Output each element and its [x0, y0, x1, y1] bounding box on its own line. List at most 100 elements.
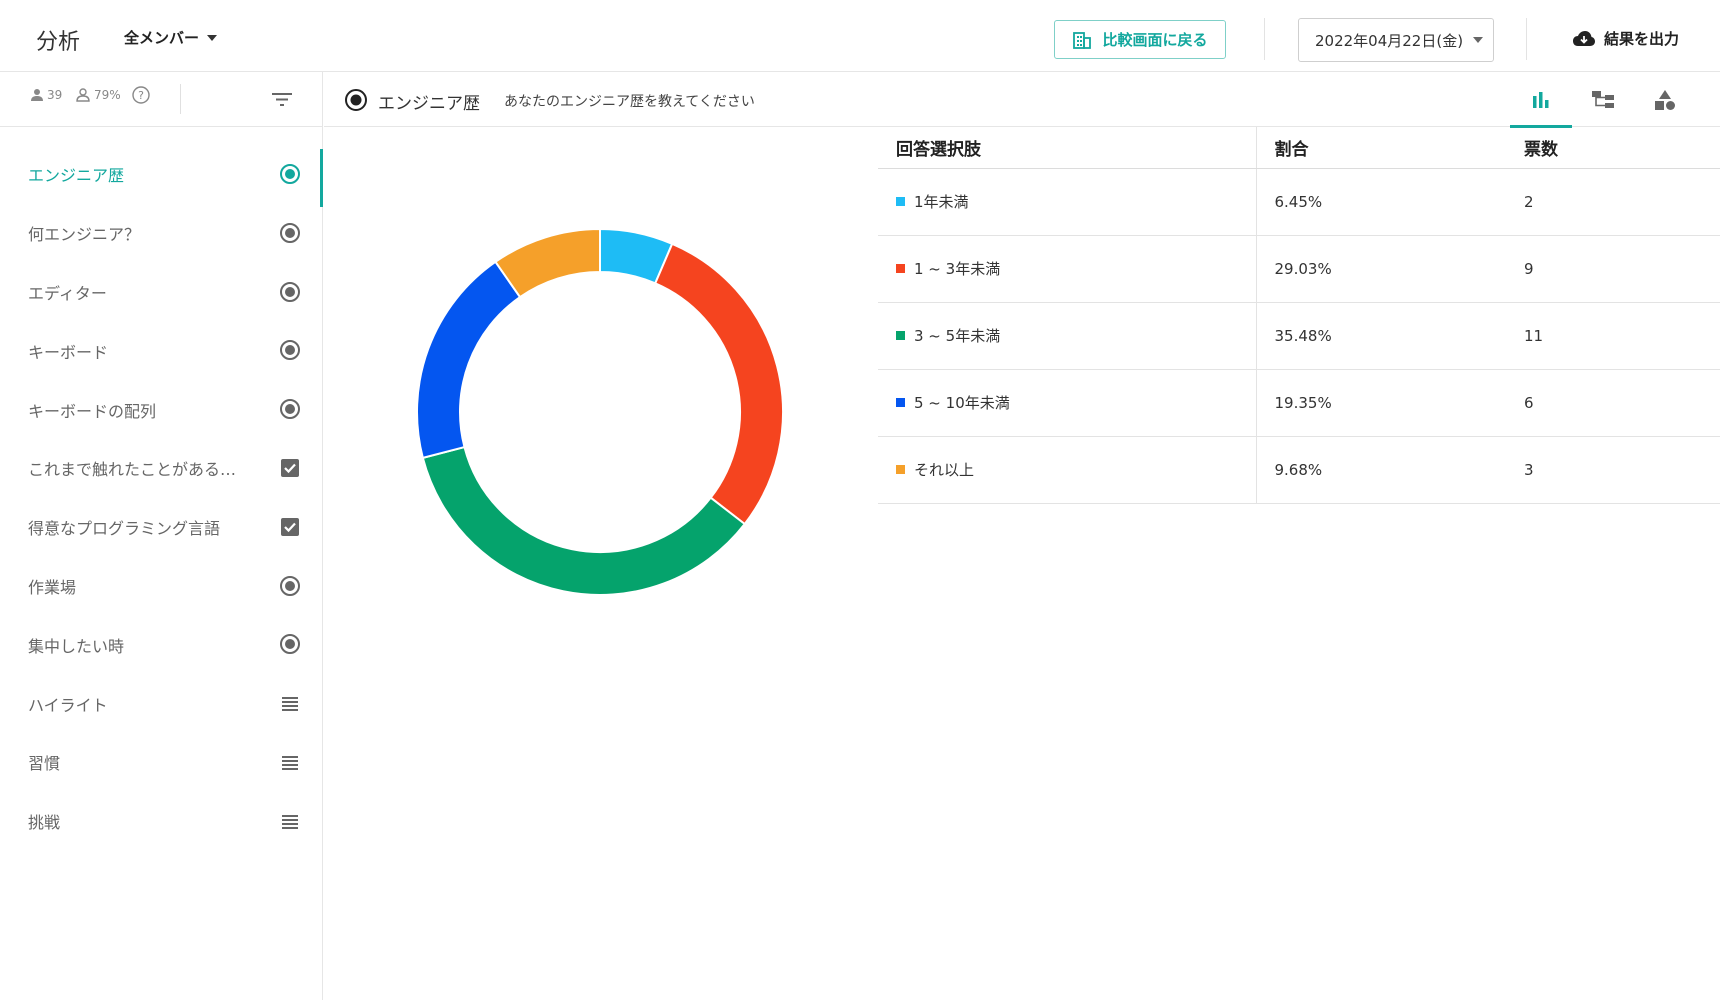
cloud-download-icon [1573, 30, 1595, 46]
option-cell: 1年未満 [878, 168, 1257, 236]
page-title: 分析 [36, 30, 81, 55]
export-results-label: 結果を出力 [1604, 30, 1680, 48]
question-header: エンジニア歴 あなたのエンジニア歴を教えてください [324, 72, 1720, 128]
option-cell: それ以上 [878, 436, 1257, 504]
sidebar-item-label: 挑戦 [28, 813, 61, 833]
help-icon[interactable]: ? [132, 86, 150, 104]
donut-slice[interactable] [421, 445, 747, 596]
table-row: 1 ~ 3年未満 29.03% 9 [878, 235, 1720, 303]
tab-shapes-view[interactable] [1634, 72, 1696, 127]
donut-chart-svg [416, 227, 784, 596]
donut-slice[interactable] [653, 242, 784, 526]
back-to-compare-label: 比較画面に戻る [1102, 31, 1208, 49]
sidebar-item-keyboard-layout[interactable]: キーボードの配列 [0, 380, 322, 439]
tab-tree-view[interactable] [1572, 72, 1634, 127]
header-divider [1526, 18, 1527, 60]
option-label: 1年未満 [914, 193, 969, 211]
sidebar-item-touched-before[interactable]: これまで触れたことがある… [0, 439, 322, 498]
column-header-percent: 割合 [1256, 127, 1506, 169]
sidebar-item-favorite-language[interactable]: 得意なプログラミング言語 [0, 498, 322, 557]
legend-swatch [896, 465, 905, 474]
person-icon [31, 89, 43, 101]
sidebar-item-editor[interactable]: エディター [0, 263, 322, 322]
sidebar-item-engineer-type[interactable]: 何エンジニア？ [0, 204, 322, 263]
text-lines-icon [282, 755, 298, 770]
sidebar-item-engineer-years[interactable]: エンジニア歴 [0, 145, 323, 207]
tab-bar-chart-view[interactable] [1510, 72, 1572, 128]
sidebar-item-label: これまで触れたことがある… [28, 460, 237, 480]
svg-text:?: ? [138, 89, 144, 102]
option-label: 1 ~ 3年未満 [914, 260, 1001, 278]
column-header-votes: 票数 [1506, 127, 1720, 169]
filter-icon[interactable] [271, 91, 293, 107]
votes-cell: 11 [1506, 302, 1720, 370]
text-lines-icon [282, 814, 298, 829]
question-description: あなたのエンジニア歴を教えてください [504, 94, 755, 110]
option-label: 3 ~ 5年未満 [914, 327, 1001, 345]
sidebar-item-label: 作業場 [28, 577, 77, 597]
sidebar-item-habit[interactable]: 習慣 [0, 733, 322, 792]
legend-swatch [896, 264, 905, 273]
response-rate-value: 79% [94, 88, 121, 102]
results-table: 回答選択肢 割合 票数 1年未満 6.45% 2 1 ~ 3年未満 29.03%… [878, 127, 1720, 504]
bar-chart-icon [1533, 91, 1549, 108]
respondents-count: 39 [47, 88, 63, 102]
votes-cell: 2 [1506, 168, 1720, 236]
sidebar-item-label: エンジニア歴 [28, 166, 125, 186]
sidebar-item-label: 何エンジニア？ [28, 225, 141, 245]
sidebar-item-highlight[interactable]: ハイライト [0, 674, 322, 733]
export-results-button[interactable]: 結果を出力 [1572, 28, 1679, 49]
option-cell: 3 ~ 5年未満 [878, 302, 1257, 370]
tree-structure-icon [1592, 90, 1614, 108]
table-row: 5 ~ 10年未満 19.35% 6 [878, 369, 1720, 437]
option-cell: 1 ~ 3年未満 [878, 235, 1257, 303]
radio-icon [345, 89, 367, 111]
sidebar-item-keyboard[interactable]: キーボード [0, 321, 322, 380]
sidebar-item-label: キーボード [28, 342, 109, 362]
back-to-compare-button[interactable]: 比較画面に戻る [1054, 20, 1226, 59]
member-filter-label: 全メンバー [124, 29, 200, 47]
table-row: それ以上 9.68% 3 [878, 436, 1720, 504]
building-icon [1073, 31, 1092, 49]
donut-chart [410, 222, 790, 602]
percent-cell: 35.48% [1256, 302, 1506, 370]
sidebar-item-workplace[interactable]: 作業場 [0, 557, 322, 616]
respondents-stat: 39 [30, 88, 62, 102]
date-dropdown[interactable]: 2022年04月22日(金) [1298, 18, 1494, 62]
legend-swatch [896, 398, 905, 407]
percent-cell: 9.68% [1256, 436, 1506, 504]
option-label: それ以上 [914, 461, 975, 479]
table-row: 3 ~ 5年未満 35.48% 11 [878, 302, 1720, 370]
legend-swatch [896, 197, 905, 206]
sidebar-item-label: 習慣 [28, 754, 61, 774]
stats-divider [180, 84, 181, 114]
text-lines-icon [282, 697, 298, 712]
radio-icon [280, 281, 300, 302]
votes-cell: 3 [1506, 436, 1720, 504]
header-divider [1264, 18, 1265, 60]
legend-swatch [896, 331, 905, 340]
votes-cell: 6 [1506, 369, 1720, 437]
person-outline-icon [76, 88, 90, 102]
response-rate-stat: 79% [75, 88, 121, 102]
sidebar-item-label: ハイライト [28, 695, 108, 715]
member-filter-dropdown[interactable]: 全メンバー [124, 27, 218, 48]
percent-cell: 19.35% [1256, 369, 1506, 437]
option-label: 5 ~ 10年未満 [914, 394, 1010, 412]
question-sidebar: 39 79% ? エンジニア歴 何エンジニア？ エディター キーボード キーボー… [0, 72, 323, 1000]
percent-cell: 6.45% [1256, 168, 1506, 236]
sidebar-item-label: エディター [28, 283, 107, 303]
radio-icon [280, 164, 300, 184]
votes-cell: 9 [1506, 235, 1720, 303]
sidebar-item-focus-time[interactable]: 集中したい時 [0, 615, 322, 674]
checkbox-icon [281, 517, 299, 536]
radio-icon [280, 340, 300, 361]
radio-icon [280, 575, 300, 596]
shapes-icon [1655, 89, 1675, 110]
sidebar-item-challenge[interactable]: 挑戦 [0, 792, 322, 851]
radio-icon [280, 222, 300, 243]
donut-slice[interactable] [416, 260, 522, 460]
radio-icon [280, 634, 300, 655]
percent-cell: 29.03% [1256, 235, 1506, 303]
caret-down-icon [207, 34, 218, 41]
